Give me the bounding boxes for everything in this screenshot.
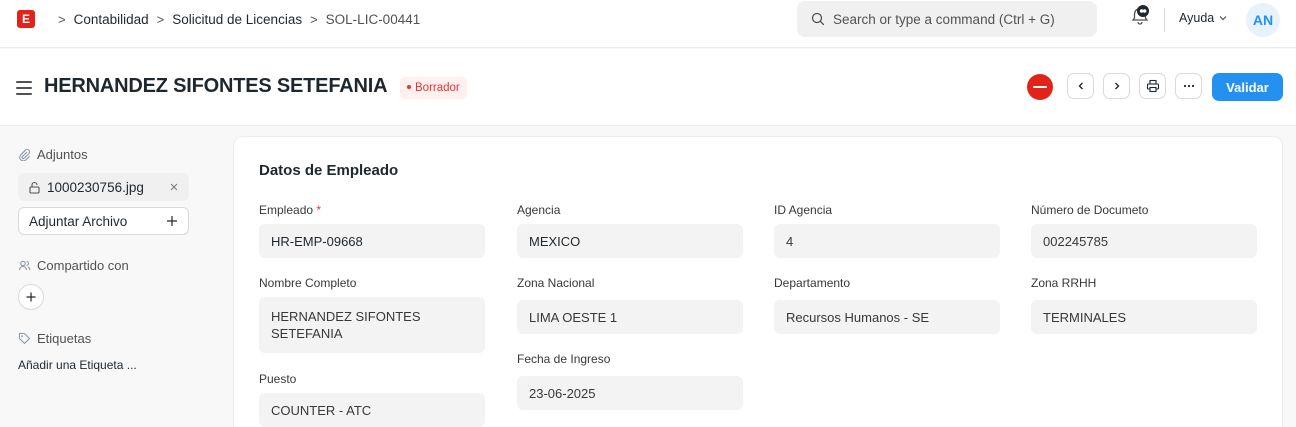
more-horizontal-icon <box>1183 84 1194 88</box>
zona-nacional-label: Zona Nacional <box>517 276 595 290</box>
breadcrumb-current[interactable]: SOL-LIC-00441 <box>326 12 421 27</box>
attachments-section: Adjuntos <box>18 147 88 162</box>
breadcrumb-solicitud[interactable]: Solicitud de Licencias <box>172 12 302 27</box>
plus-icon <box>167 216 177 226</box>
attachment-item[interactable]: 1000230756.jpg <box>18 173 189 201</box>
add-tag-link[interactable]: Añadir una Etiqueta ... <box>18 358 137 372</box>
search-icon <box>811 12 825 26</box>
unlock-icon <box>29 181 40 194</box>
more-actions-button[interactable] <box>1175 73 1202 99</box>
empleado-field[interactable]: HR-EMP-09668 <box>259 224 485 258</box>
page-header: HERNANDEZ SIFONTES SETEFANIA Borrador Va… <box>0 49 1296 126</box>
chevron-right-icon: > <box>156 11 165 27</box>
zona-rrhh-field[interactable]: TERMINALES <box>1031 300 1257 334</box>
id-agencia-field[interactable]: 4 <box>774 224 1000 258</box>
chevron-right-icon <box>1114 82 1119 90</box>
nombre-completo-label: Nombre Completo <box>259 276 357 290</box>
previous-record-button[interactable] <box>1067 73 1094 99</box>
numero-documento-label: Número de Documeto <box>1031 203 1149 217</box>
tags-label: Etiquetas <box>37 331 92 346</box>
fecha-ingreso-field[interactable]: 23-06-2025 <box>517 376 743 410</box>
top-navbar: E > Contabilidad > Solicitud de Licencia… <box>0 0 1296 48</box>
departamento-label: Departamento <box>774 276 851 290</box>
shared-section: Compartido con <box>18 258 129 273</box>
tags-section: Etiquetas <box>18 331 91 346</box>
fecha-ingreso-label: Fecha de Ingreso <box>517 352 611 366</box>
breadcrumb-contabilidad[interactable]: Contabilidad <box>74 12 149 27</box>
search-placeholder: Search or type a command (Ctrl + G) <box>833 11 1055 27</box>
print-button[interactable] <box>1139 73 1166 99</box>
departamento-field[interactable]: Recursos Humanos - SE <box>774 300 1000 334</box>
avatar[interactable]: AN <box>1246 3 1280 37</box>
sidebar-toggle-icon[interactable] <box>16 81 32 95</box>
form-sidebar: Adjuntos 1000230756.jpg Adjuntar Archivo… <box>0 127 205 427</box>
id-agencia-label: ID Agencia <box>774 203 833 217</box>
attach-file-button[interactable]: Adjuntar Archivo <box>18 207 189 235</box>
empleado-label: Empleado * <box>259 203 322 217</box>
chevron-right-icon: > <box>58 11 66 27</box>
paperclip-icon <box>19 149 30 161</box>
numero-documento-field[interactable]: 002245785 <box>1031 224 1257 258</box>
status-badge: Borrador <box>400 77 467 99</box>
puesto-field[interactable]: COUNTER - ATC <box>259 393 485 427</box>
zona-rrhh-label: Zona RRHH <box>1031 276 1097 290</box>
chevron-right-icon: > <box>310 11 318 27</box>
close-icon[interactable] <box>169 182 179 192</box>
page-title: HERNANDEZ SIFONTES SETEFANIA <box>44 75 388 97</box>
notification-bell-icon[interactable] <box>1128 3 1152 27</box>
attach-file-label: Adjuntar Archivo <box>29 213 128 229</box>
agencia-field[interactable]: MEXICO <box>517 224 743 258</box>
attachment-filename[interactable]: 1000230756.jpg <box>47 180 169 195</box>
record-indicator-icon[interactable] <box>1027 74 1053 100</box>
status-dot-icon <box>407 84 411 89</box>
required-marker: * <box>316 203 322 217</box>
help-dropdown[interactable]: Ayuda <box>1179 11 1228 25</box>
agencia-label: Agencia <box>517 203 561 217</box>
shared-label: Compartido con <box>37 258 129 273</box>
add-share-button[interactable] <box>18 284 44 310</box>
section-title: Datos de Empleado <box>259 162 399 179</box>
next-record-button[interactable] <box>1103 73 1130 99</box>
app-logo[interactable]: E <box>17 10 35 28</box>
navbar-divider <box>1164 8 1165 32</box>
printer-icon <box>1146 79 1159 93</box>
employee-data-card: Datos de Empleado Empleado * HR-EMP-0966… <box>233 136 1283 427</box>
nombre-completo-field[interactable]: HERNANDEZ SIFONTES SETEFANIA <box>259 297 485 353</box>
zona-nacional-field[interactable]: LIMA OESTE 1 <box>517 300 743 334</box>
search-bar[interactable]: Search or type a command (Ctrl + G) <box>797 1 1097 37</box>
users-icon <box>18 260 31 271</box>
attachments-label: Adjuntos <box>37 147 88 162</box>
plus-icon <box>26 292 36 302</box>
validate-button[interactable]: Validar <box>1212 73 1283 101</box>
chevron-left-icon <box>1078 82 1083 90</box>
chevron-down-icon <box>1219 16 1227 21</box>
breadcrumb: > Contabilidad > Solicitud de Licencias … <box>50 10 420 28</box>
puesto-label: Puesto <box>259 372 297 386</box>
status-text: Borrador <box>415 82 460 94</box>
help-label: Ayuda <box>1179 11 1215 25</box>
tag-icon <box>18 332 31 345</box>
